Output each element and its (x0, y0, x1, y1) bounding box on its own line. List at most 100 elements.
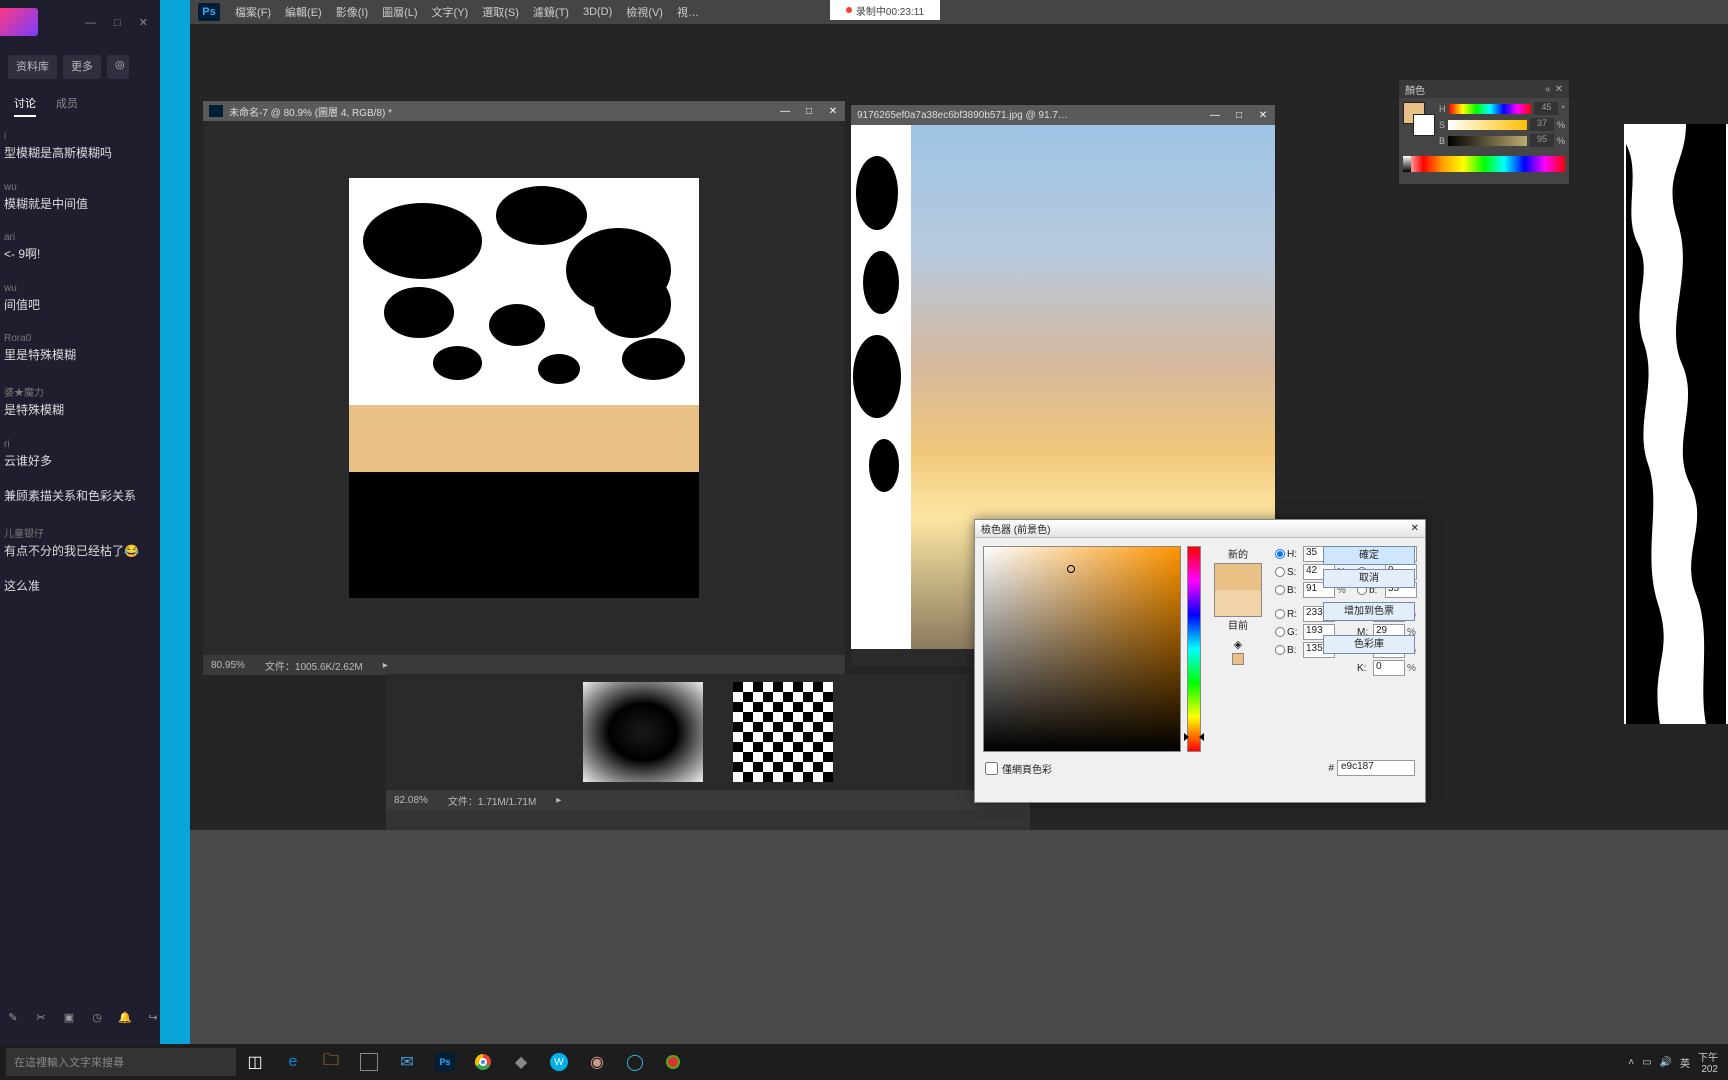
radio-h[interactable] (1275, 549, 1285, 559)
menu-layer[interactable]: 圖層(L) (375, 4, 424, 20)
sat-value[interactable]: 37 (1530, 118, 1554, 131)
web-colors-checkbox[interactable]: 僅網頁色彩 (985, 761, 1052, 776)
menu-window[interactable]: 視… (670, 4, 706, 20)
tray-time[interactable]: 下午 (1698, 1053, 1718, 1064)
bri-value[interactable]: 95 (1530, 134, 1554, 147)
menu-file[interactable]: 檔案(F) (228, 4, 278, 20)
tray-date[interactable]: 202 (1701, 1064, 1718, 1075)
app-icon-2[interactable]: ◉ (578, 1044, 616, 1080)
window-divider (160, 0, 190, 1080)
clock-icon[interactable]: ◷ (90, 1011, 104, 1024)
sv-picker-box[interactable] (983, 546, 1181, 752)
file-explorer-icon[interactable]: 🗀 (312, 1044, 350, 1080)
chip-library[interactable]: 资料库 (8, 55, 57, 79)
radio-s[interactable] (1275, 567, 1285, 577)
maximize-button[interactable]: □ (114, 17, 121, 29)
add-swatch-button[interactable]: 增加到色票 (1323, 602, 1415, 621)
hue-slider[interactable] (1449, 104, 1532, 114)
panel-header[interactable]: 顏色 « ✕ (1399, 80, 1569, 98)
opera-icon[interactable]: ◯ (616, 1044, 654, 1080)
panel-title: 顏色 (1405, 82, 1425, 97)
panel-close-icon[interactable]: ✕ (1555, 84, 1563, 95)
cube-icon[interactable]: ◈ (1207, 638, 1269, 651)
close-icon[interactable]: ✕ (1411, 523, 1419, 534)
hex-input[interactable]: e9c187 (1337, 760, 1415, 776)
document-window-3[interactable] (1624, 124, 1728, 724)
zoom-value[interactable]: 80.95% (211, 660, 245, 671)
document-canvas[interactable] (203, 121, 845, 655)
spectrum-strip[interactable] (1403, 156, 1565, 172)
radio-bc[interactable] (1275, 645, 1285, 655)
app-icon[interactable]: ◆ (502, 1044, 540, 1080)
gear-icon[interactable]: ◎ (107, 55, 129, 79)
doc-minimize-button[interactable]: — (1203, 110, 1227, 121)
doc-minimize-button[interactable]: — (773, 106, 797, 117)
bri-slider[interactable] (1448, 136, 1527, 146)
chat-message: ri云谁好多 (4, 439, 154, 470)
mini-swatch[interactable] (1232, 653, 1244, 665)
menu-edit[interactable]: 編輯(E) (278, 4, 329, 20)
doc-maximize-button[interactable]: □ (1227, 110, 1251, 121)
sat-slider[interactable] (1448, 120, 1527, 130)
chat-message: 儿童银仔有点不分的我已经枯了😂 (4, 525, 154, 560)
hue-cursor-icon[interactable] (1184, 733, 1204, 741)
ok-button[interactable]: 確定 (1323, 546, 1415, 565)
menu-filter[interactable]: 濾鏡(T) (526, 4, 576, 20)
store-icon[interactable] (350, 1044, 388, 1080)
taskbar-search-input[interactable]: 在這裡輸入文字來搜尋 (6, 1048, 236, 1076)
radio-r[interactable] (1275, 609, 1285, 619)
menu-3d[interactable]: 3D(D) (576, 6, 619, 18)
tray-network-icon[interactable]: ▭ (1642, 1057, 1651, 1068)
hue-value[interactable]: 45 (1534, 102, 1558, 115)
menu-view[interactable]: 檢視(V) (619, 4, 670, 20)
radio-bv[interactable] (1275, 585, 1285, 595)
k-input[interactable]: 0 (1373, 660, 1405, 676)
background-swatch[interactable] (1413, 114, 1435, 136)
scissors-icon[interactable]: ✂ (34, 1011, 48, 1024)
chat-message-list[interactable]: i型模糊是高斯模糊吗 wu模糊就是中间值 ari<- 9啊! wu间值吧 Ror… (0, 131, 160, 595)
menu-type[interactable]: 文字(Y) (425, 4, 476, 20)
close-button[interactable]: ✕ (139, 16, 148, 29)
current-color-swatch[interactable] (1215, 590, 1261, 616)
dialog-titlebar[interactable]: 檢色器 (前景色) ✕ (975, 520, 1425, 538)
chrome-icon[interactable] (464, 1044, 502, 1080)
document-titlebar[interactable]: 9176265ef0a7a38ec6bf3890b571.jpg @ 91.7…… (851, 105, 1275, 125)
photoshop-taskbar-icon[interactable]: Ps (426, 1044, 464, 1080)
chat-message: 婆★魔力是特殊模糊 (4, 384, 154, 419)
chevron-right-icon[interactable]: ▸ (556, 795, 561, 806)
tray-ime[interactable]: 英 (1680, 1055, 1690, 1070)
task-view-icon[interactable]: ◫ (236, 1044, 274, 1080)
radio-g[interactable] (1275, 627, 1285, 637)
hue-strip[interactable] (1187, 546, 1201, 752)
chip-more[interactable]: 更多 (63, 55, 101, 79)
sv-cursor-icon[interactable] (1067, 565, 1075, 573)
cancel-button[interactable]: 取消 (1323, 569, 1415, 588)
tab-discuss[interactable]: 讨论 (14, 95, 36, 117)
panel-collapse-icon[interactable]: « (1545, 84, 1551, 95)
forward-icon[interactable]: ↪ (146, 1011, 160, 1024)
doc-close-button[interactable]: ✕ (821, 106, 845, 117)
doc-maximize-button[interactable]: □ (797, 106, 821, 117)
minimize-button[interactable]: — (85, 17, 96, 29)
document-titlebar[interactable]: 未命名-7 @ 80.9% (圖層 4, RGB/8) * — □ ✕ (203, 101, 845, 121)
color-libraries-button[interactable]: 色彩庫 (1323, 635, 1415, 654)
menu-image[interactable]: 影像(I) (329, 4, 375, 20)
edge-icon[interactable]: e (274, 1044, 312, 1080)
doc-close-button[interactable]: ✕ (1251, 110, 1275, 121)
artwork-ink (1624, 124, 1728, 724)
tray-chevron-up-icon[interactable]: ˄ (1628, 1057, 1634, 1068)
image-icon[interactable]: ▣ (62, 1011, 76, 1024)
record-icon[interactable] (654, 1044, 692, 1080)
menu-select[interactable]: 選取(S) (475, 4, 526, 20)
color-panel[interactable]: 顏色 «✕ H45° S37% B95% (1398, 79, 1570, 185)
pencil-icon[interactable]: ✎ (6, 1011, 20, 1024)
zoom-value[interactable]: 82.08% (394, 795, 428, 806)
mail-icon[interactable]: ✉ (388, 1044, 426, 1080)
artwork-gradient-blob (583, 682, 703, 782)
tab-members[interactable]: 成员 (56, 95, 78, 117)
document-canvas[interactable] (386, 674, 1030, 790)
bell-icon[interactable]: 🔔 (118, 1011, 132, 1024)
wacom-icon[interactable]: W (540, 1044, 578, 1080)
tray-volume-icon[interactable]: 🔊 (1660, 1057, 1672, 1068)
chevron-right-icon[interactable]: ▸ (383, 660, 388, 671)
